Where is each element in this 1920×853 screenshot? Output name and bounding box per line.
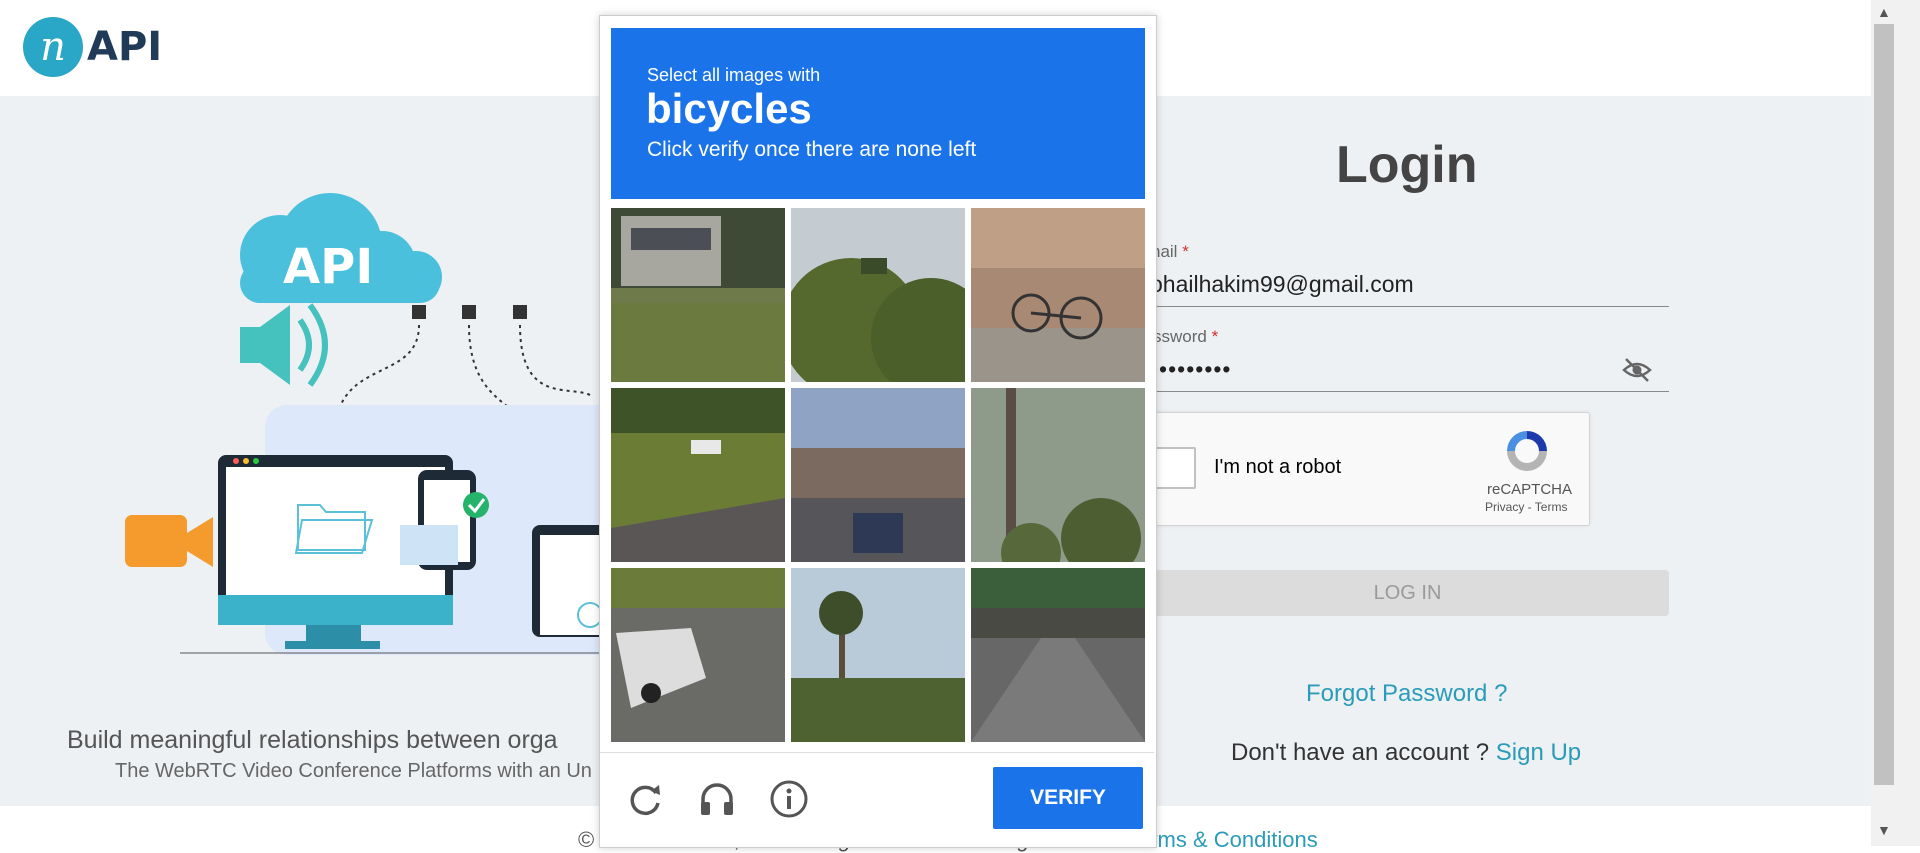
sign-up-link[interactable]: Sign Up	[1496, 739, 1581, 766]
email-field[interactable]: ohailhakim99@gmail.com	[1150, 271, 1414, 298]
recaptcha-links[interactable]: Privacy - Terms	[1485, 500, 1567, 514]
recaptcha-label: I'm not a robot	[1214, 456, 1342, 478]
challenge-tile[interactable]	[791, 208, 965, 382]
challenge-tile[interactable]	[791, 388, 965, 562]
challenge-tile[interactable]	[611, 208, 785, 382]
email-underline	[1146, 306, 1669, 307]
cable-connector	[412, 305, 426, 319]
logo[interactable]: n API	[23, 17, 162, 77]
audio-challenge-icon[interactable]	[697, 779, 737, 819]
hero-subtagline: The WebRTC Video Conference Platforms wi…	[115, 760, 592, 782]
cable-connector	[513, 305, 527, 319]
forgot-password-link[interactable]: Forgot Password ?	[1306, 680, 1507, 708]
challenge-divider	[600, 752, 1154, 753]
challenge-tile[interactable]	[611, 388, 785, 562]
challenge-header: Select all images with bicycles Click ve…	[611, 28, 1145, 199]
speaker-icon	[240, 303, 328, 387]
login-title: Login	[1336, 136, 1478, 194]
logo-mark: n	[23, 17, 83, 77]
challenge-tile[interactable]	[971, 208, 1145, 382]
info-icon[interactable]	[769, 779, 809, 819]
password-underline	[1146, 391, 1669, 392]
cable-line	[519, 324, 591, 396]
login-button[interactable]: LOG IN	[1146, 570, 1669, 616]
challenge-instruction: Click verify once there are none left	[647, 138, 977, 161]
no-account-text: Don't have an account ?	[1231, 739, 1490, 766]
recaptcha-logo-icon	[1507, 431, 1547, 471]
reload-icon[interactable]	[625, 779, 665, 819]
password-label: ssword *	[1153, 327, 1219, 346]
checkmark-icon	[463, 492, 489, 518]
eye-off-icon[interactable]	[1622, 357, 1652, 383]
logo-text: API	[87, 24, 163, 70]
signup-prompt: Don't have an account ? Sign Up	[1231, 739, 1581, 767]
scroll-thumb[interactable]	[1874, 24, 1894, 785]
cloud-label: API	[283, 239, 373, 295]
cable-connector	[462, 305, 476, 319]
scroll-down-arrow[interactable]: ▼	[1877, 822, 1891, 838]
challenge-tile[interactable]	[971, 568, 1145, 742]
recaptcha-brand: reCAPTCHA	[1487, 481, 1573, 498]
password-field[interactable]: •••••••••	[1150, 356, 1231, 383]
challenge-tile[interactable]	[611, 568, 785, 742]
video-camera-icon	[125, 515, 213, 567]
challenge-intro: Select all images with	[647, 65, 821, 85]
scroll-up-arrow[interactable]: ▲	[1877, 4, 1891, 20]
challenge-object: bicycles	[646, 85, 812, 132]
verify-button[interactable]: VERIFY	[993, 767, 1143, 829]
challenge-tile[interactable]	[971, 388, 1145, 562]
hero-illustration: API	[125, 193, 680, 655]
hero-tagline: Build meaningful relationships between o…	[67, 726, 558, 754]
challenge-tile[interactable]	[791, 568, 965, 742]
